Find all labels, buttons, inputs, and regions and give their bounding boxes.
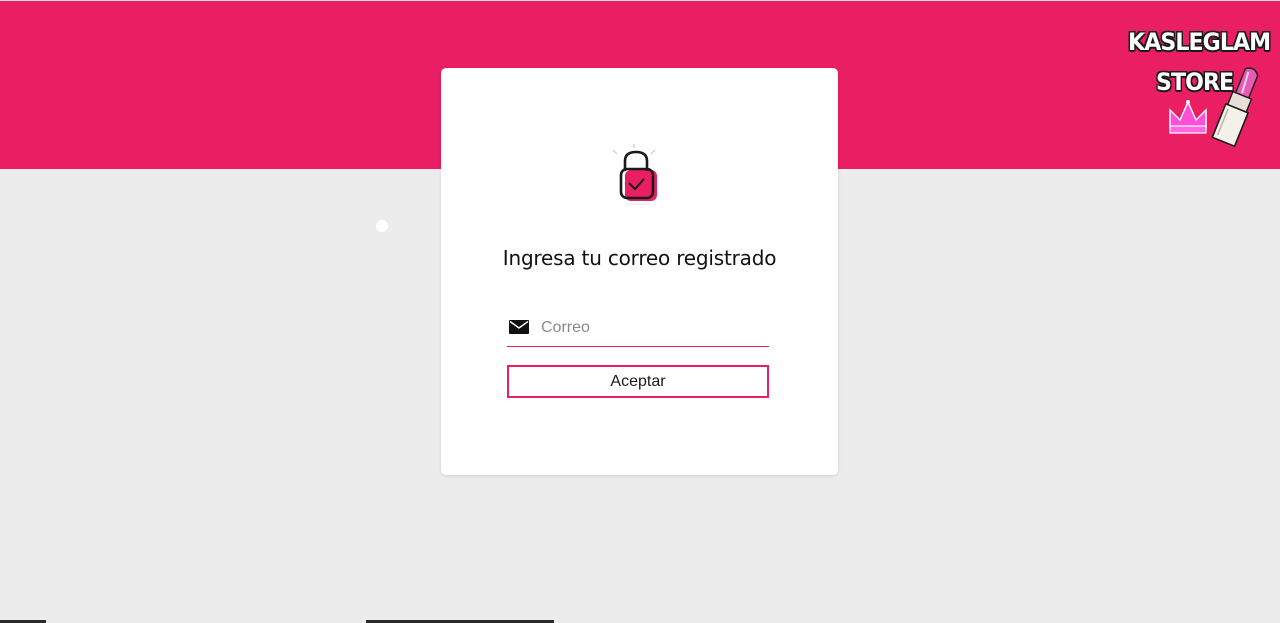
decorative-dot: [376, 220, 388, 232]
lipstick-icon: [1211, 67, 1259, 148]
crown-lipstick-icon: [1169, 67, 1259, 148]
lock-check-icon: [612, 144, 657, 205]
card-title: Ingresa tu correo registrado: [502, 246, 777, 270]
envelope-icon: [509, 320, 529, 334]
logo-text-line1: KASLEGLAM: [1128, 28, 1271, 56]
page: KASLEGLAM STORE Ingresa tu correo regist…: [0, 0, 1280, 623]
accept-button[interactable]: Aceptar: [507, 365, 769, 398]
crown-icon: [1169, 100, 1207, 134]
brand-logo: KASLEGLAM STORE: [1120, 22, 1271, 150]
header-edge: [0, 0, 1280, 1]
email-input[interactable]: [541, 315, 765, 341]
recovery-card: Ingresa tu correo registrado Aceptar: [441, 68, 838, 475]
email-field[interactable]: [507, 313, 769, 347]
